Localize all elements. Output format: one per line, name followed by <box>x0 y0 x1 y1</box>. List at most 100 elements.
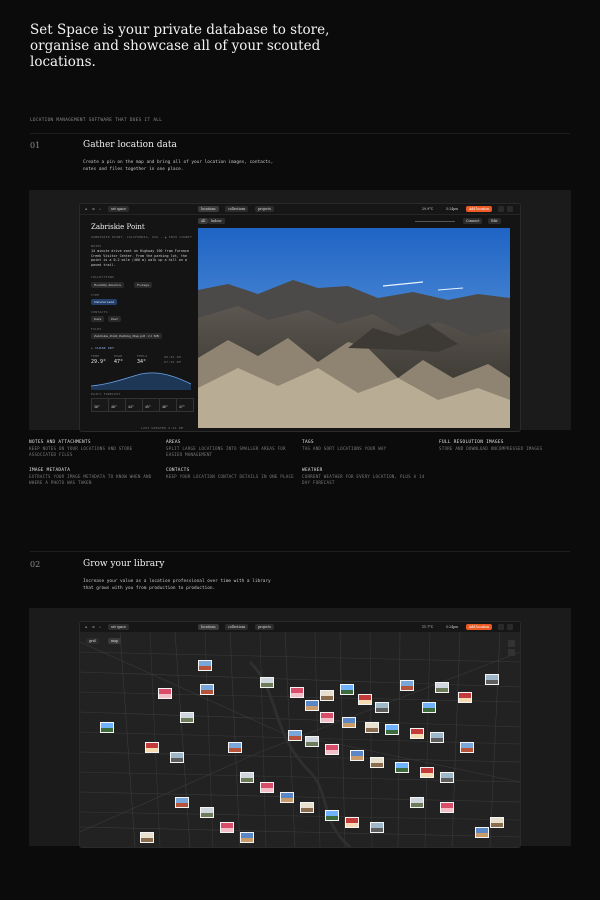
location-pin-thumbnail[interactable] <box>200 684 214 695</box>
location-pin-thumbnail[interactable] <box>370 822 384 833</box>
user-icon[interactable] <box>507 206 513 212</box>
location-pin-thumbnail[interactable] <box>145 742 159 753</box>
add-location-button[interactable]: Add location <box>466 206 493 212</box>
thumbnail-ground <box>181 717 193 722</box>
location-pin-thumbnail[interactable] <box>358 694 372 705</box>
user-icon[interactable] <box>507 624 513 630</box>
grid-view-toggle[interactable]: grid <box>86 638 99 644</box>
file-attachment[interactable]: Zabriskie_Point_Parking_Map.pdf · 2.1 MB <box>91 333 162 339</box>
location-pin-thumbnail[interactable] <box>365 722 379 733</box>
connect-button[interactable]: Connect <box>463 218 483 224</box>
grid-icon[interactable] <box>498 206 504 212</box>
location-pin-thumbnail[interactable] <box>345 817 359 828</box>
location-pin-thumbnail[interactable] <box>485 674 499 685</box>
menu-icon[interactable]: ≡ <box>92 207 95 211</box>
location-pin-thumbnail[interactable] <box>350 750 364 761</box>
location-pin-thumbnail[interactable] <box>342 717 356 728</box>
location-pin-thumbnail[interactable] <box>180 712 194 723</box>
location-pin-thumbnail[interactable] <box>440 802 454 813</box>
location-pin-thumbnail[interactable] <box>158 688 172 699</box>
location-pin-thumbnail[interactable] <box>475 827 489 838</box>
thumbnail-ground <box>401 685 413 690</box>
tab-projects[interactable]: projects <box>255 624 275 630</box>
tab-locations[interactable]: locations <box>198 624 219 630</box>
search-icon[interactable]: ⌕ <box>99 625 101 629</box>
location-pin-thumbnail[interactable] <box>440 772 454 783</box>
location-pin-thumbnail[interactable] <box>290 687 304 698</box>
add-location-button[interactable]: Add location <box>466 624 493 630</box>
location-pin-thumbnail[interactable] <box>198 660 212 671</box>
location-pin-thumbnail[interactable] <box>490 817 504 828</box>
contact-chip[interactable]: Paul <box>108 316 121 322</box>
location-pin-thumbnail[interactable] <box>460 742 474 753</box>
location-pin-thumbnail[interactable] <box>288 730 302 741</box>
location-pin-thumbnail[interactable] <box>305 700 319 711</box>
filter-indoor-tab[interactable]: Indoor <box>208 218 225 224</box>
location-pin-thumbnail[interactable] <box>170 752 184 763</box>
location-pin-thumbnail[interactable] <box>420 767 434 778</box>
location-pin-thumbnail[interactable] <box>395 762 409 773</box>
feature-description: STORE AND DOWNLOAD UNCOMPRESSED IMAGES <box>439 446 543 451</box>
location-pin-thumbnail[interactable] <box>385 724 399 735</box>
location-pin-thumbnail[interactable] <box>280 792 294 803</box>
location-pin-thumbnail[interactable] <box>305 736 319 747</box>
contacts-label: CONTACTS <box>91 310 108 314</box>
location-photo[interactable] <box>198 228 510 428</box>
location-pin-thumbnail[interactable] <box>458 692 472 703</box>
tab-collections[interactable]: collections <box>225 206 249 212</box>
location-pin-thumbnail[interactable] <box>410 728 424 739</box>
tab-projects[interactable]: projects <box>255 206 275 212</box>
edit-button[interactable]: Edit <box>488 218 501 224</box>
location-pin-thumbnail[interactable] <box>100 722 114 733</box>
locations-map[interactable]: grid map <box>80 632 520 847</box>
location-pin-thumbnail[interactable] <box>220 822 234 833</box>
location-pin-thumbnail[interactable] <box>228 742 242 753</box>
type-chip[interactable]: Natural Land <box>91 299 118 305</box>
location-pin-thumbnail[interactable] <box>325 744 339 755</box>
file-name: Zabriskie_Point_Parking_Map.pdf <box>94 334 146 338</box>
map-view-toggle[interactable]: map <box>108 638 121 644</box>
location-pin-thumbnail[interactable] <box>400 680 414 691</box>
workspace-switcher[interactable]: set space <box>108 206 130 212</box>
zoom-slider[interactable] <box>415 221 455 222</box>
thumbnail-ground <box>359 699 371 704</box>
zoom-out-icon[interactable] <box>508 649 515 656</box>
location-pin-thumbnail[interactable] <box>240 772 254 783</box>
location-pin-thumbnail[interactable] <box>435 682 449 693</box>
filter-all-tab[interactable]: All <box>198 218 209 224</box>
collection-chip[interactable]: Footage <box>134 282 153 288</box>
zoom-in-icon[interactable] <box>508 640 515 647</box>
headline: Set Space is your private database to st… <box>30 22 330 70</box>
location-pin-thumbnail[interactable] <box>410 797 424 808</box>
tab-collections[interactable]: collections <box>225 624 249 630</box>
location-pin-thumbnail[interactable] <box>200 807 214 818</box>
collection-chip[interactable]: Roadtrip America <box>91 282 124 288</box>
location-pin-thumbnail[interactable] <box>320 690 334 701</box>
location-pin-thumbnail[interactable] <box>430 732 444 743</box>
location-pin-thumbnail[interactable] <box>260 677 274 688</box>
location-pin-thumbnail[interactable] <box>300 802 314 813</box>
thumbnail-ground <box>221 827 233 832</box>
weather-temp: 29.9°C <box>422 206 434 211</box>
forecast-day: 30° <box>91 398 109 412</box>
location-pin-thumbnail[interactable] <box>140 832 154 843</box>
feature-metadata: IMAGE METADATA EXTRACTS YOUR IMAGE METAD… <box>29 468 159 486</box>
tab-locations[interactable]: locations <box>198 206 219 212</box>
location-pin-thumbnail[interactable] <box>260 782 274 793</box>
location-pin-thumbnail[interactable] <box>422 702 436 713</box>
location-pin-thumbnail[interactable] <box>175 797 189 808</box>
back-icon[interactable]: ◂ <box>85 625 87 629</box>
location-pin-thumbnail[interactable] <box>240 832 254 843</box>
workspace-switcher[interactable]: set space <box>108 624 130 630</box>
grid-icon[interactable] <box>498 624 504 630</box>
contact-chip[interactable]: Kara <box>91 316 105 322</box>
menu-icon[interactable]: ≡ <box>92 625 95 629</box>
location-pin-thumbnail[interactable] <box>325 810 339 821</box>
location-pin-thumbnail[interactable] <box>370 757 384 768</box>
back-icon[interactable]: ◂ <box>85 207 87 211</box>
files-label: FILES <box>91 327 102 331</box>
location-pin-thumbnail[interactable] <box>340 684 354 695</box>
search-icon[interactable]: ⌕ <box>99 207 101 211</box>
location-pin-thumbnail[interactable] <box>320 712 334 723</box>
location-pin-thumbnail[interactable] <box>375 702 389 713</box>
